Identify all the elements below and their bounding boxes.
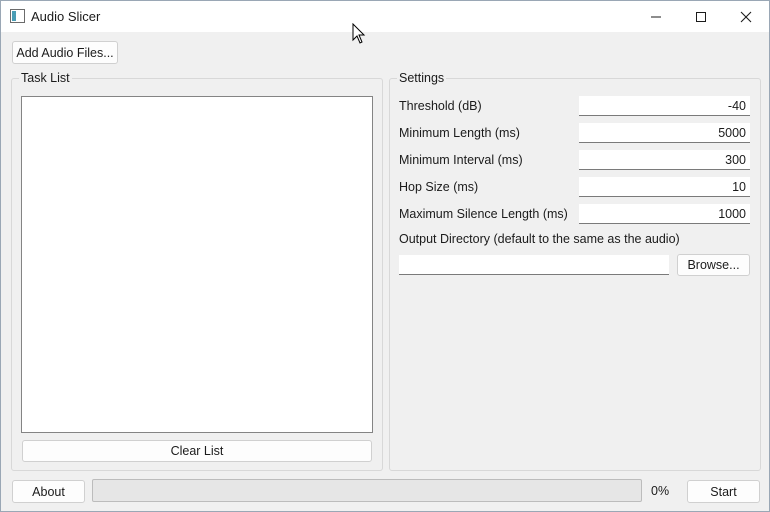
- maximize-button[interactable]: [678, 1, 724, 32]
- output-directory-label: Output Directory (default to the same as…: [399, 232, 680, 246]
- progress-bar: [92, 479, 642, 502]
- mouse-cursor-icon: [352, 23, 366, 44]
- max-silence-input[interactable]: 1000: [579, 204, 750, 224]
- min-interval-input[interactable]: 300: [579, 150, 750, 170]
- min-length-input[interactable]: 5000: [579, 123, 750, 143]
- hop-size-label: Hop Size (ms): [399, 180, 479, 194]
- max-silence-label: Maximum Silence Length (ms): [399, 207, 568, 221]
- minimize-icon: [651, 16, 661, 17]
- settings-title: Settings: [397, 71, 447, 85]
- hop-size-input[interactable]: 10: [579, 177, 750, 197]
- close-button[interactable]: [723, 1, 769, 32]
- start-button[interactable]: Start: [687, 480, 760, 503]
- app-icon: [10, 9, 25, 23]
- app-window: Audio Slicer Add Audio Files... Task Lis…: [0, 0, 770, 512]
- threshold-label: Threshold (dB): [399, 99, 482, 113]
- task-list-title: Task List: [19, 71, 72, 85]
- title-bar[interactable]: Audio Slicer: [1, 1, 769, 32]
- about-button[interactable]: About: [12, 480, 85, 503]
- output-directory-input[interactable]: [399, 255, 669, 275]
- clear-list-button[interactable]: Clear List: [22, 440, 372, 462]
- close-icon: [740, 11, 752, 22]
- threshold-input[interactable]: -40: [579, 96, 750, 116]
- min-interval-label: Minimum Interval (ms): [399, 153, 523, 167]
- task-list[interactable]: [21, 96, 373, 433]
- maximize-icon: [696, 11, 706, 22]
- minimize-button[interactable]: [633, 1, 679, 32]
- progress-percent: 0%: [651, 484, 670, 498]
- add-audio-files-button[interactable]: Add Audio Files...: [12, 41, 118, 64]
- window-title: Audio Slicer: [31, 9, 101, 24]
- browse-button[interactable]: Browse...: [677, 254, 750, 276]
- min-length-label: Minimum Length (ms): [399, 126, 520, 140]
